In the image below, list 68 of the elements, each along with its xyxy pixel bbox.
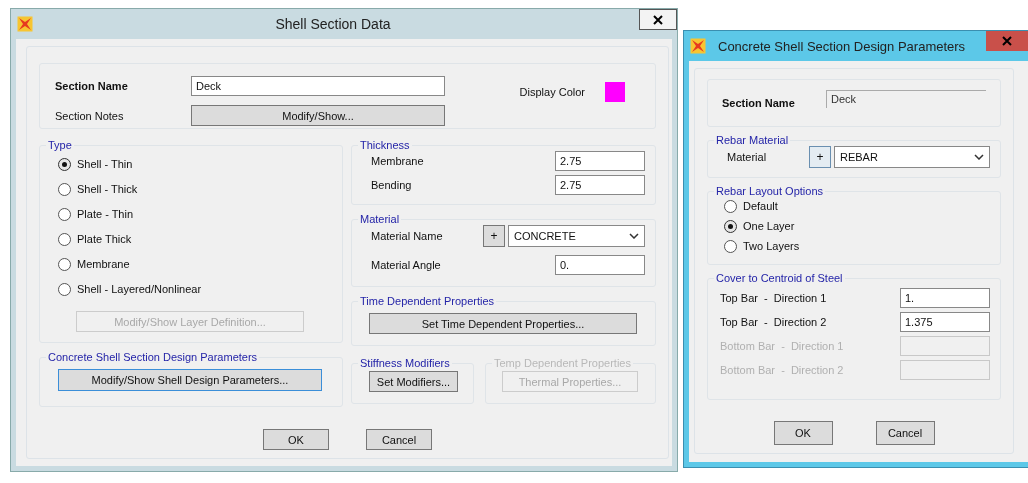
radio-button[interactable]	[58, 282, 71, 296]
close-icon[interactable]	[653, 14, 663, 25]
chevron-down-icon[interactable]	[974, 154, 984, 160]
cover-field[interactable]: 1.	[900, 288, 990, 308]
radio-button[interactable]	[58, 257, 71, 271]
group-title: Material	[359, 213, 401, 225]
radio-label[interactable]: Plate - Thin	[77, 208, 134, 220]
thickness-field[interactable]: 2.75	[555, 175, 645, 195]
material-dropdown[interactable]: CONCRETE	[508, 225, 645, 247]
radio-label[interactable]: Two Layers	[743, 240, 800, 252]
radio-label[interactable]: Shell - Layered/Nonlinear	[77, 283, 202, 295]
chevron-down-icon[interactable]	[629, 233, 639, 239]
group-title: Time Dependent Properties	[359, 295, 496, 307]
dialog-button[interactable]: OK	[263, 429, 329, 450]
set-modifiers-button[interactable]: Set Modifiers...	[369, 371, 458, 392]
group-title: Stiffness Modifiers	[359, 357, 451, 369]
field-label: Bottom Bar - Direction 2	[720, 364, 844, 376]
design-parameters-button[interactable]: Modify/Show Shell Design Parameters...	[58, 369, 322, 391]
group-title: Rebar Layout Options	[715, 185, 824, 197]
section-name-label: Section Name	[722, 97, 795, 109]
radio-button[interactable]	[58, 182, 71, 196]
field-label: Material Name	[371, 230, 443, 242]
app-logo-icon	[690, 38, 706, 54]
field-label: Material	[727, 151, 767, 163]
group-title: Concrete Shell Section Design Parameters	[47, 351, 259, 363]
add-button[interactable]: +	[483, 225, 505, 247]
dialog-button[interactable]: Cancel	[875, 421, 935, 445]
group-title: Thickness	[359, 139, 411, 151]
field-label: Membrane	[371, 155, 424, 167]
radio-button[interactable]	[58, 207, 71, 221]
group-title: Rebar Material	[715, 134, 790, 146]
field-label: Bottom Bar - Direction 1	[720, 340, 844, 352]
group-title: Cover to Centroid of Steel	[715, 272, 844, 284]
section-notes-label: Section Notes	[55, 109, 125, 122]
section-name-field: Deck	[826, 90, 986, 108]
section-name-field[interactable]: Deck	[191, 76, 445, 96]
dialog-button[interactable]: OK	[773, 421, 833, 445]
color-swatch[interactable]	[605, 82, 625, 102]
thickness-field[interactable]: 2.75	[555, 151, 645, 171]
window-title: Concrete Shell Section Design Parameters	[718, 38, 966, 54]
radio-label[interactable]: Plate Thick	[77, 233, 132, 245]
display-color-label: Display Color	[519, 86, 585, 98]
window-title: Shell Section Data	[274, 16, 392, 32]
field-label: Top Bar - Direction 2	[720, 316, 827, 328]
material-angle-field[interactable]: 0.	[555, 255, 645, 275]
app-logo-icon	[17, 16, 33, 32]
close-button[interactable]	[639, 9, 677, 30]
field-label: Bending	[371, 179, 412, 191]
cover-field[interactable]: 1.375	[900, 312, 990, 332]
section-name-label: Section Name	[55, 80, 129, 92]
radio-label[interactable]: Shell - Thin	[77, 158, 133, 170]
radio-button[interactable]	[724, 219, 737, 233]
dialog-button[interactable]: Cancel	[366, 429, 432, 450]
group-title: Type	[47, 139, 73, 151]
radio-button[interactable]	[58, 157, 71, 171]
radio-button[interactable]	[58, 232, 71, 246]
add-button[interactable]: +	[809, 146, 831, 168]
radio-button[interactable]	[724, 199, 737, 213]
radio-button[interactable]	[724, 239, 737, 253]
radio-label[interactable]: Shell - Thick	[77, 183, 138, 195]
radio-label[interactable]: Membrane	[77, 258, 130, 270]
radio-label[interactable]: Default	[743, 200, 778, 212]
time-dependent-button[interactable]: Set Time Dependent Properties...	[369, 313, 637, 334]
modify-show-button[interactable]: Modify/Show...	[191, 105, 445, 126]
field-label: Material Angle	[371, 259, 441, 271]
radio-label[interactable]: One Layer	[743, 220, 795, 232]
field-label: Top Bar - Direction 1	[720, 292, 827, 304]
material-dropdown[interactable]: REBAR	[834, 146, 990, 168]
